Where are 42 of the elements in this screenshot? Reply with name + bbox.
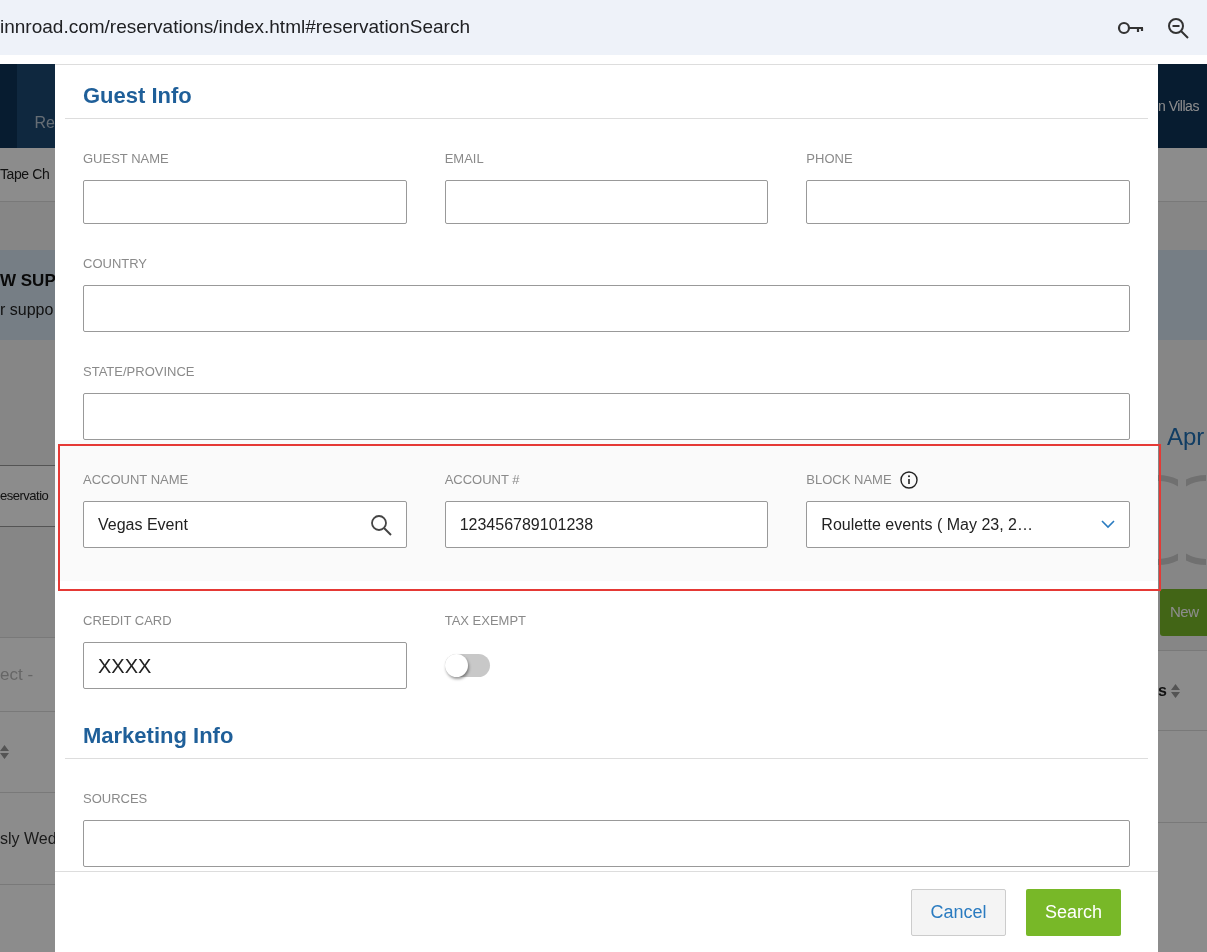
key-icon[interactable]: [1117, 19, 1145, 36]
banner-text: r suppo: [0, 299, 55, 320]
input-field[interactable]: [83, 180, 407, 224]
column-header[interactable]: s: [1158, 678, 1167, 703]
cancel-button[interactable]: Cancel: [911, 888, 1006, 936]
input-field[interactable]: [83, 393, 1130, 440]
input-field[interactable]: XXXX: [83, 642, 407, 689]
field-label: GUEST NAME: [83, 150, 169, 169]
subnav-link[interactable]: Tape Ch: [0, 164, 50, 185]
input-field[interactable]: [444, 180, 769, 224]
field-label: SOURCES: [83, 790, 148, 809]
url-text: innroad.com/reservations/index.html#reservationSearch: [0, 15, 471, 40]
section-title: Marketing Info: [83, 721, 234, 750]
sort-icon[interactable]: [1170, 682, 1180, 699]
chevron-down-icon[interactable]: [1101, 520, 1115, 529]
search-icon[interactable]: [369, 513, 392, 536]
section-title: Guest Info: [83, 81, 192, 110]
input-field[interactable]: [83, 285, 1130, 332]
banner-title: W SUP: [0, 270, 55, 293]
field-label: ACCOUNT #: [444, 471, 520, 490]
field-label: PHONE: [806, 150, 853, 169]
input-field[interactable]: [83, 820, 1130, 867]
field-label: CREDIT CARD: [83, 612, 172, 631]
property-name[interactable]: n Villas: [1158, 95, 1199, 117]
field-label: COUNTRY: [83, 255, 148, 274]
nav-tab[interactable]: Re: [16, 64, 55, 148]
toggle-switch[interactable]: [444, 654, 490, 677]
field-label: ACCOUNT NAME: [83, 471, 189, 490]
calendar-heading: Apr: [1167, 422, 1205, 452]
field-label: BLOCK NAME: [806, 471, 892, 490]
zoom-icon[interactable]: [1167, 16, 1189, 39]
dropdown-field[interactable]: Roulette events ( May 23, 2…: [806, 501, 1130, 548]
field-label: TAX EXEMPT: [444, 612, 527, 631]
search-field[interactable]: Vegas Event: [83, 501, 407, 548]
field-label: EMAIL: [444, 150, 484, 169]
input-field[interactable]: [806, 180, 1130, 224]
input-field[interactable]: 123456789101238: [444, 501, 769, 548]
field-label: STATE/PROVINCE: [83, 363, 195, 382]
sort-icon[interactable]: [0, 744, 9, 760]
address-bar[interactable]: innroad.com/reservations/index.html#reservationSearch: [0, 0, 1207, 55]
info-icon[interactable]: [899, 471, 918, 489]
table-cell-text: sly Wed: [0, 828, 55, 849]
